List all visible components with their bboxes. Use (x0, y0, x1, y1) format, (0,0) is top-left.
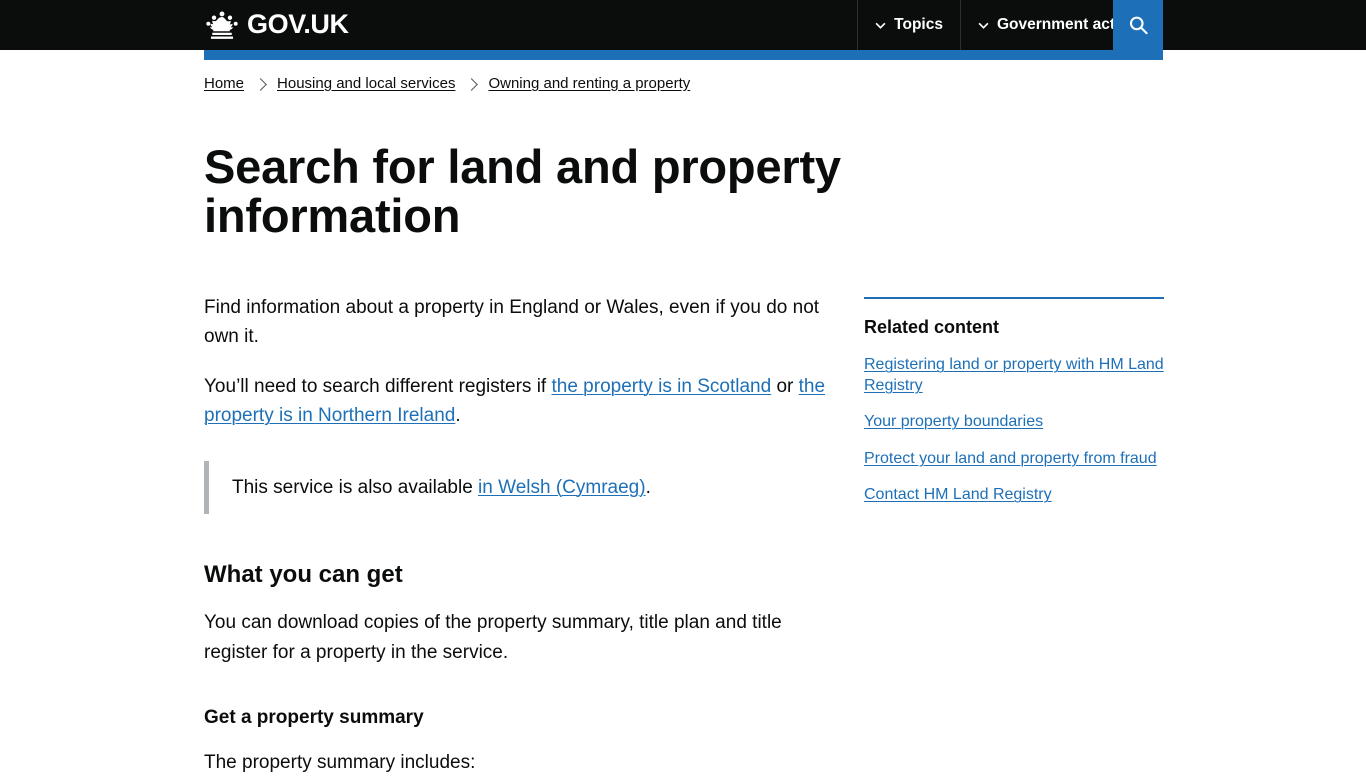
chevron-down-icon (978, 22, 989, 29)
main-column: Find information about a property in Eng… (204, 293, 844, 777)
page-title: Search for land and property information (204, 139, 841, 243)
chevron-right-icon (254, 78, 267, 91)
search-icon (1128, 15, 1149, 36)
breadcrumb-item-home[interactable]: Home (204, 75, 244, 94)
related-link-contact-hm-land-registry[interactable]: Contact HM Land Registry (864, 486, 1052, 503)
intro-paragraph-1: Find information about a property in Eng… (204, 296, 820, 348)
chevron-right-icon (465, 78, 479, 91)
related-content-list: Registering land or property with HM Lan… (864, 355, 1164, 505)
list-item: Registering land or property with HM Lan… (864, 355, 1164, 396)
chevron-down-icon (875, 22, 886, 29)
related-content-box: Related content Registering land or prop… (864, 296, 1164, 506)
inset-text-before: This service is also available (232, 476, 479, 498)
related-content-title: Related content (864, 316, 1000, 337)
link-welsh-cymraeg[interactable]: in Welsh (Cymraeg) (478, 477, 646, 498)
content-container: Home Housing and local services Owning a… (204, 50, 1164, 777)
sidebar-column: Related content Registering land or prop… (864, 293, 1164, 777)
related-link-registering-land-or-property[interactable]: Registering land or property with HM Lan… (864, 356, 1164, 393)
list-item: Protect your land and property from frau… (864, 449, 1164, 469)
breadcrumb-item-housing-and-local-services[interactable]: Housing and local services (277, 75, 455, 94)
related-link-your-property-boundaries[interactable]: Your property boundaries (864, 413, 1043, 430)
link-property-in-scotland[interactable]: the property is in Scotland (551, 376, 771, 397)
breadcrumb: Home Housing and local services Owning a… (204, 50, 1164, 94)
related-link-protect-your-land-from-fraud[interactable]: Protect your land and property from frau… (864, 450, 1157, 467)
header-inner: GOV.UK Topics Government activity (0, 0, 1366, 50)
govuk-logo-link[interactable]: GOV.UK (204, 0, 349, 50)
intro-p2-text-middle: or (771, 375, 799, 397)
intro-paragraph-2: You’ll need to search different register… (204, 372, 844, 431)
intro-p2-text-after: . (455, 405, 461, 427)
breadcrumb-item-owning-and-renting-a-property[interactable]: Owning and renting a property (488, 75, 690, 94)
property-summary-lead-in: The property summary includes: (204, 751, 476, 773)
page-body: Home Housing and local services Owning a… (0, 50, 1366, 777)
nav-item-topics[interactable]: Topics (857, 0, 960, 50)
intro-p2-text-before: You’ll need to search different register… (204, 375, 552, 397)
inset-text-after: . (645, 476, 651, 498)
section-paragraph-downloads: You can download copies of the property … (204, 612, 782, 663)
search-button[interactable] (1113, 0, 1163, 50)
welsh-inset-text: This service is also available in Welsh … (204, 460, 844, 515)
subheading-get-a-property-summary: Get a property summary (204, 707, 424, 729)
crown-icon (204, 10, 240, 40)
govuk-logo-text: GOV.UK (247, 9, 349, 39)
section-heading-what-you-can-get: What you can get (204, 561, 403, 589)
govuk-header: GOV.UK Topics Government activity (0, 0, 1366, 60)
content-grid: Find information about a property in Eng… (204, 293, 1164, 777)
list-item: Contact HM Land Registry (864, 485, 1164, 505)
list-item: Your property boundaries (864, 412, 1164, 432)
nav-item-topics-label: Topics (894, 16, 943, 33)
